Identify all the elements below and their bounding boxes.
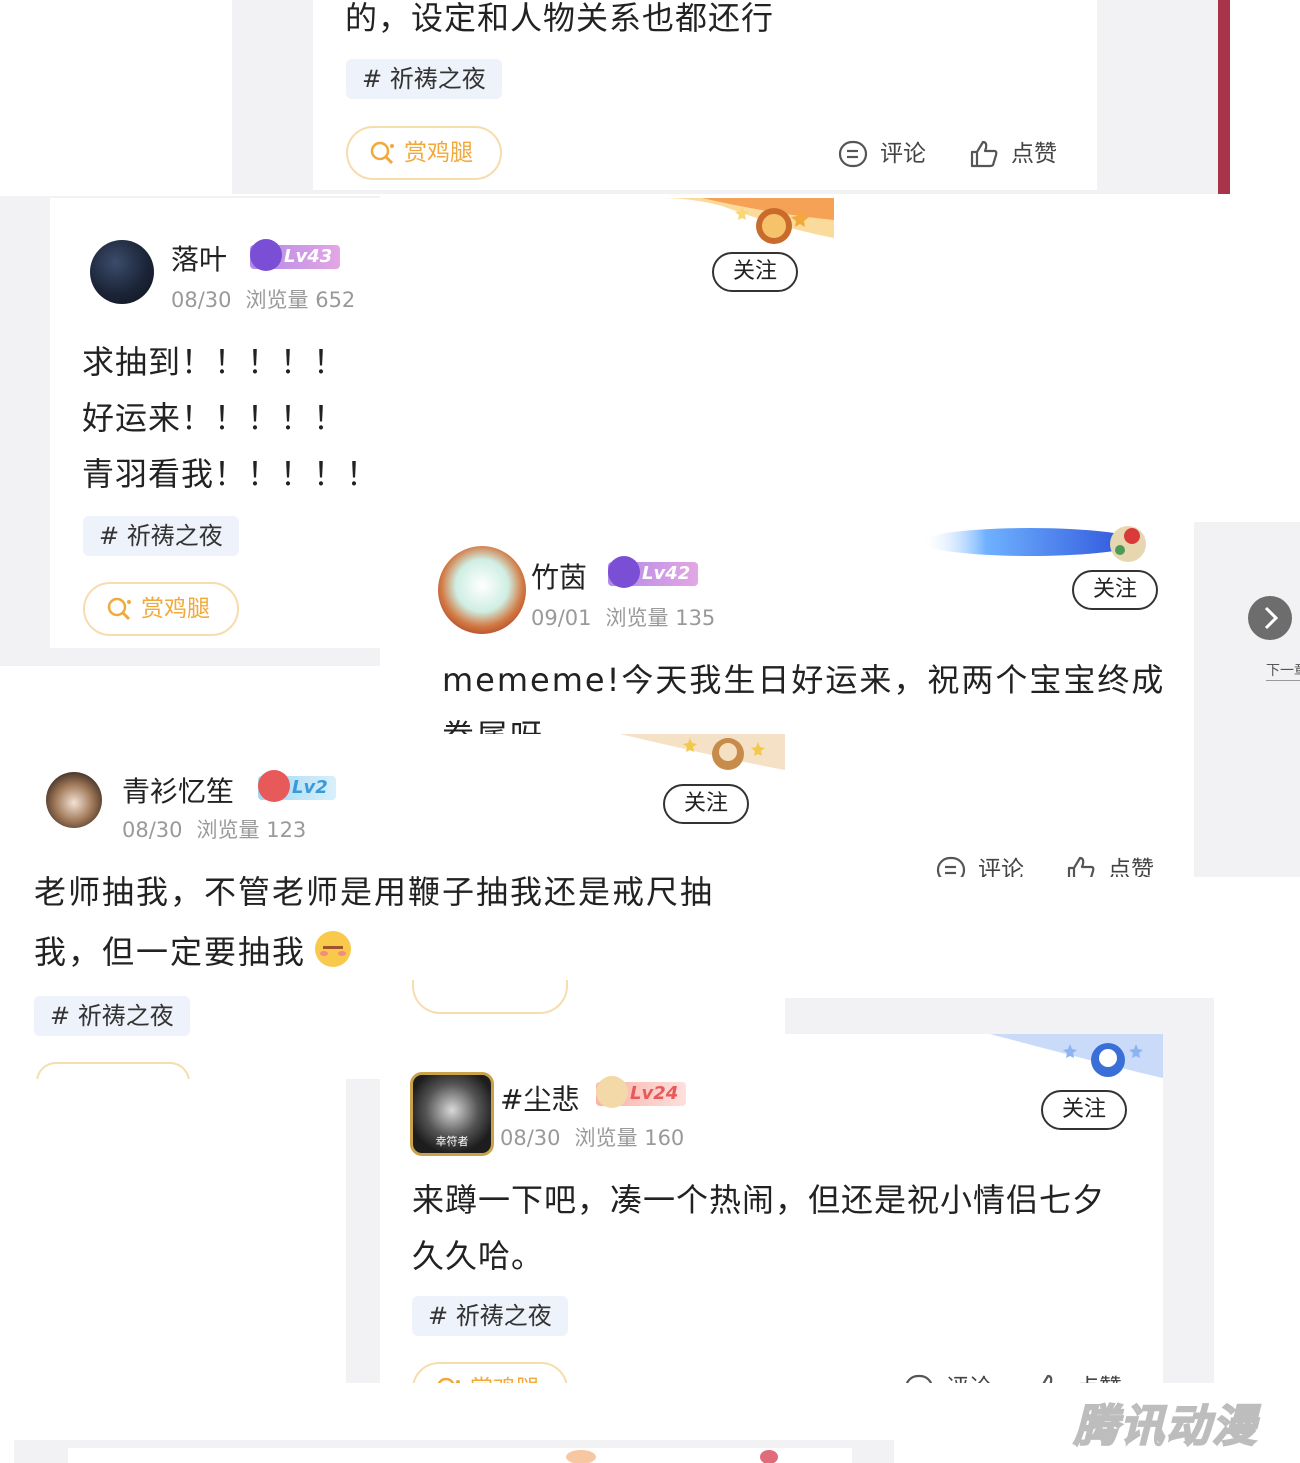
next-chapter-button[interactable]: [1248, 596, 1292, 640]
chevron-right-icon: [1264, 606, 1279, 630]
follow-button[interactable]: 关注: [1072, 570, 1158, 610]
comment-label: 评论: [880, 141, 926, 167]
post-date: 08/30: [171, 288, 232, 312]
avatar[interactable]: 幸符者: [410, 1072, 494, 1156]
thumbs-up-icon: [970, 140, 998, 168]
reward-button-partial[interactable]: [36, 1062, 190, 1079]
fan-badge-decoration: [990, 1034, 1163, 1078]
post-card: 幸符者 #尘悲 Lv24 08/30 浏览量 160 关注 来蹲一下吧，凑一个热闹…: [380, 1034, 1163, 1383]
comment-icon: [936, 856, 966, 877]
follow-button[interactable]: 关注: [663, 784, 749, 824]
comment-label: 评论: [978, 857, 1024, 877]
follow-button[interactable]: 关注: [1041, 1090, 1127, 1130]
post-text-line: 久久哈。: [412, 1237, 545, 1275]
drumstick-icon: [437, 1377, 460, 1383]
post-text-line: 我，但一定要抽我: [34, 933, 307, 971]
reward-button[interactable]: 赏鸡腿: [83, 582, 239, 636]
post-meta: 08/30 浏览量 652: [171, 284, 355, 314]
post-text-line: mememe!今天我生日好运来，祝两个宝宝终成: [442, 661, 1166, 699]
level-badge: Lv2: [258, 770, 336, 802]
level-badge: Lv43: [250, 239, 341, 271]
post-date: 09/01: [531, 606, 592, 630]
post-text-line: 青羽看我！！！！！: [82, 455, 380, 493]
background-panel-right: [1194, 522, 1300, 877]
post-text-row: 我，但一定要抽我: [34, 924, 352, 980]
reward-button[interactable]: 赏鸡腿: [346, 126, 502, 180]
like-label: 点赞: [1108, 857, 1154, 877]
reward-button[interactable]: 赏鸡腿: [412, 1362, 568, 1383]
reward-button-partial[interactable]: [412, 980, 568, 1014]
view-count: 浏览量 652: [245, 288, 356, 312]
level-label: Lv43: [284, 246, 333, 267]
reward-label: 赏鸡腿: [141, 596, 210, 622]
level-label: Lv42: [642, 563, 691, 584]
level-label: Lv2: [292, 777, 328, 798]
post-card: 青衫忆笙 Lv2 08/30 浏览量 123 关注 老师抽我，不管老师是用鞭子抽我…: [0, 734, 785, 1079]
watermark-logo: 腾讯动漫: [1073, 1400, 1258, 1453]
username[interactable]: 落叶: [171, 238, 227, 278]
post-card-bottom: [68, 1448, 852, 1463]
level-badge: Lv24: [596, 1076, 687, 1108]
topic-tag[interactable]: # 祈祷之夜: [34, 996, 190, 1036]
level-badge: Lv42: [608, 556, 699, 588]
post-text-line: 来蹲一下吧，凑一个热闹，但还是祝小情侣七夕: [412, 1181, 1106, 1219]
follow-button[interactable]: 关注: [712, 252, 798, 292]
like-label: 点赞: [1011, 141, 1057, 167]
level-label: Lv24: [630, 1083, 679, 1104]
avatar[interactable]: [90, 240, 154, 304]
fan-badge-decoration: [620, 734, 785, 770]
post-meta: 08/30 浏览量 123: [122, 814, 306, 844]
username[interactable]: 青衫忆笙: [122, 770, 234, 810]
post-text-line: 好运来！！！！！: [82, 399, 347, 437]
post-text-line: 求抽到！！！！！: [82, 343, 347, 381]
like-label: 点赞: [1076, 1372, 1122, 1383]
level-icon: [258, 770, 290, 802]
view-count: 浏览量 135: [605, 606, 716, 630]
comment-label: 评论: [946, 1372, 992, 1383]
thumbs-up-icon: [1042, 1374, 1053, 1383]
view-count: 浏览量 123: [196, 818, 307, 842]
fan-badge-decoration: [662, 198, 834, 244]
post-text-line: 的，设定和人物关系也都还行: [345, 0, 775, 37]
decoration-flower: [760, 1450, 778, 1463]
side-strip: [1218, 0, 1230, 194]
avatar[interactable]: [46, 772, 102, 828]
post-meta: 08/30 浏览量 160: [500, 1122, 684, 1152]
level-icon: [250, 239, 282, 271]
topic-tag[interactable]: # 祈祷之夜: [83, 516, 239, 556]
comment-icon: [838, 140, 868, 168]
username[interactable]: 竹茵: [531, 556, 587, 596]
thumbs-up-icon: [1067, 856, 1095, 877]
next-chapter-link[interactable]: 下一章: [1266, 660, 1300, 681]
reward-label: 赏鸡腿: [404, 140, 473, 166]
level-icon: [608, 556, 640, 588]
topic-tag[interactable]: # 祈祷之夜: [412, 1296, 568, 1336]
level-icon: [596, 1076, 628, 1108]
post-date: 08/30: [500, 1126, 561, 1150]
view-count: 浏览量 160: [574, 1126, 685, 1150]
emoji-icon: [315, 931, 352, 967]
reward-label: 赏鸡腿: [470, 1364, 539, 1383]
decoration-balloons: [566, 1450, 596, 1463]
topic-tag[interactable]: # 祈祷之夜: [346, 59, 502, 99]
post-date: 08/30: [122, 818, 183, 842]
comment-icon: [905, 1374, 933, 1383]
drumstick-icon: [370, 141, 394, 165]
post-card-top: 的，设定和人物关系也都还行 # 祈祷之夜 赏鸡腿 评论 点赞: [313, 0, 1097, 190]
drumstick-icon: [107, 597, 131, 621]
post-meta: 09/01 浏览量 135: [531, 602, 715, 632]
username[interactable]: #尘悲: [500, 1078, 579, 1118]
post-text-line: 老师抽我，不管老师是用鞭子抽我还是戒尺抽: [34, 873, 715, 911]
avatar-caption: 幸符者: [435, 1135, 469, 1148]
avatar[interactable]: [438, 546, 526, 634]
